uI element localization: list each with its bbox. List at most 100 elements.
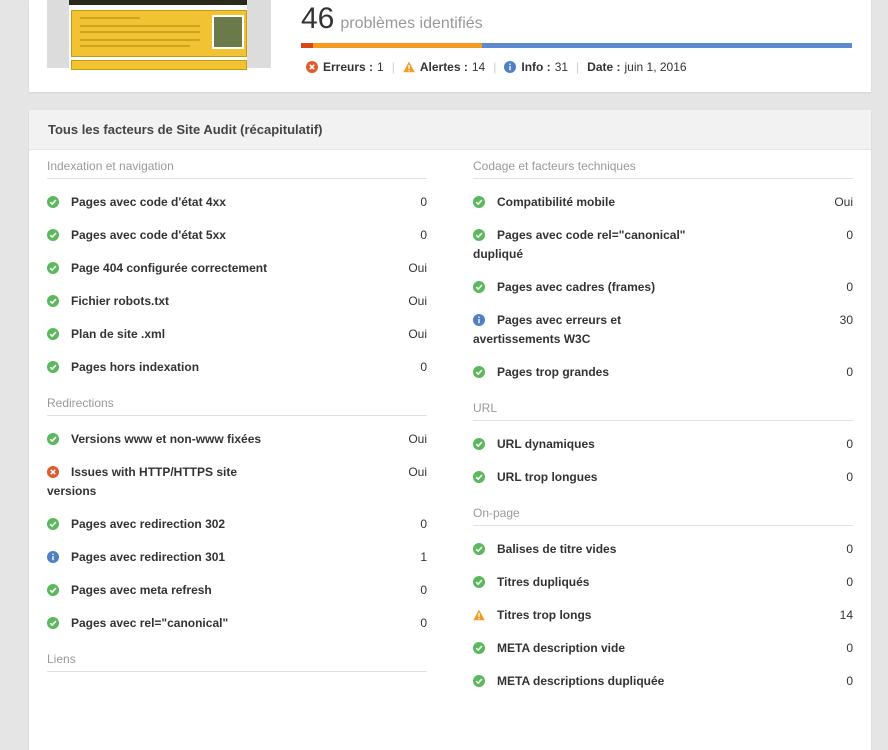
check-icon [473, 576, 485, 588]
factor-row-url-dynamiques[interactable]: URL dynamiques 0 [473, 435, 853, 454]
factor-label: Pages avec redirection 301 [71, 550, 226, 564]
factor-label: URL dynamiques [497, 437, 595, 451]
factor-value: Oui [408, 432, 427, 446]
check-icon [47, 617, 59, 629]
thumbnail-page [69, 0, 247, 70]
factor-label: META description vide [497, 641, 626, 655]
check-icon [473, 543, 485, 555]
factor-row-pages-avec-rel-canonical[interactable]: Pages avec rel="canonical" 0 [47, 614, 427, 633]
factor-row-pages-avec-code-d-etat-4xx[interactable]: Pages avec code d'état 4xx 0 [47, 193, 427, 212]
factor-row-fichier-robots-txt[interactable]: Fichier robots.txt Oui [47, 292, 427, 311]
factor-row-pages-trop-grandes[interactable]: Pages trop grandes 0 [473, 363, 853, 382]
factor-label: Compatibilité mobile [497, 195, 616, 209]
factor-row-meta-descriptions-dupliquee[interactable]: META descriptions dupliquée 0 [473, 672, 853, 691]
section-title-on-page: On-page [473, 497, 853, 526]
check-icon [47, 229, 59, 241]
problem-count-heading: 46 problèmes identifiés [301, 2, 483, 38]
factor-row-balises-de-titre-vides[interactable]: Balises de titre vides 0 [473, 540, 853, 559]
factors-panel: Tous les facteurs de Site Audit (récapit… [29, 110, 871, 750]
factor-value: Oui [408, 294, 427, 308]
info-icon [47, 551, 59, 563]
factor-label: Pages trop grandes [497, 365, 610, 379]
factor-label-continued: avertissements W3C [473, 332, 591, 346]
factor-row-pages-avec-erreurs-et[interactable]: Pages avec erreurs et avertissements W3C 3… [473, 311, 853, 349]
factor-row-pages-avec-code-rel-canonical[interactable]: Pages avec code rel="canonical" dupliqué 0 [473, 226, 853, 264]
check-icon [47, 262, 59, 274]
factor-row-compatibilite-mobile[interactable]: Compatibilité mobile Oui [473, 193, 853, 212]
factor-label-continued: versions [47, 484, 97, 498]
factor-value: 30 [839, 313, 853, 327]
factor-value: Oui [408, 465, 427, 479]
warnings-label: Alertes : [419, 60, 468, 74]
factor-label: Versions www et non-www fixées [71, 432, 262, 446]
check-icon [47, 196, 59, 208]
check-icon [473, 438, 485, 450]
warnings-value: 14 [471, 60, 486, 74]
thumbnail-content-box [71, 10, 247, 57]
factor-row-issues-with-http-https-site[interactable]: Issues with HTTP/HTTPS site versions Oui [47, 463, 427, 501]
factor-value: 0 [846, 674, 853, 688]
factor-value: 0 [420, 195, 427, 209]
factor-label: Pages hors indexation [71, 360, 200, 374]
factor-value: 0 [846, 470, 853, 484]
factor-value: 0 [846, 228, 853, 242]
factor-row-titres-dupliques[interactable]: Titres dupliqués 0 [473, 573, 853, 592]
factor-label: Pages avec code rel="canonical" [497, 228, 686, 242]
check-icon [473, 229, 485, 241]
factor-row-url-trop-longues[interactable]: URL trop longues 0 [473, 468, 853, 487]
section-title-url: URL [473, 392, 853, 421]
factor-value: 0 [420, 517, 427, 531]
section-title-codage-et-facteurs-techniques: Codage et facteurs techniques [473, 150, 853, 179]
factor-label: Balises de titre vides [497, 542, 617, 556]
factor-row-titres-trop-longs[interactable]: Titres trop longs 14 [473, 606, 853, 625]
info-segment [482, 43, 852, 48]
factor-row-pages-avec-redirection-301[interactable]: Pages avec redirection 301 1 [47, 548, 427, 567]
factor-label: Titres trop longs [497, 608, 592, 622]
panel-title: Tous les facteurs de Site Audit (récapit… [29, 110, 871, 150]
factor-row-versions-www-et-non-www-fixees[interactable]: Versions www et non-www fixées Oui [47, 430, 427, 449]
factor-value: 0 [420, 616, 427, 630]
factor-row-plan-de-site-xml[interactable]: Plan de site .xml Oui [47, 325, 427, 344]
factor-row-meta-description-vide[interactable]: META description vide 0 [473, 639, 853, 658]
check-icon [47, 433, 59, 445]
date-label: Date : [587, 60, 621, 74]
factor-value: 0 [420, 583, 427, 597]
warning-icon [403, 61, 415, 73]
info-icon [504, 61, 517, 73]
factor-row-pages-avec-code-d-etat-5xx[interactable]: Pages avec code d'état 5xx 0 [47, 226, 427, 245]
factor-label: Issues with HTTP/HTTPS site [71, 465, 238, 479]
check-icon [47, 295, 59, 307]
right-column: Codage et facteurs techniques Compatibili… [473, 150, 853, 701]
factor-value: 0 [846, 542, 853, 556]
factor-row-page-404-configuree-correctement[interactable]: Page 404 configurée correctement Oui [47, 259, 427, 278]
factor-row-pages-avec-cadres-frames[interactable]: Pages avec cadres (frames) 0 [473, 278, 853, 297]
info-label: Info : [521, 60, 551, 74]
info-value: 31 [554, 60, 569, 74]
check-icon [473, 642, 485, 654]
section-title-redirections: Redirections [47, 387, 427, 416]
section-title-liens: Liens [47, 643, 427, 672]
date-value: juin 1, 2016 [624, 60, 687, 74]
check-icon [473, 675, 485, 687]
factor-value: 0 [846, 641, 853, 655]
left-column: Indexation et navigation Pages avec code … [47, 150, 427, 676]
errors-label: Erreurs : [323, 60, 374, 74]
site-thumbnail[interactable] [47, 0, 271, 70]
error-icon [47, 466, 59, 478]
factor-value: Oui [408, 327, 427, 341]
factor-row-pages-avec-meta-refresh[interactable]: Pages avec meta refresh 0 [47, 581, 427, 600]
issue-distribution-bar [301, 43, 852, 48]
factor-row-pages-hors-indexation[interactable]: Pages hors indexation 0 [47, 358, 427, 377]
factor-row-pages-avec-redirection-302[interactable]: Pages avec redirection 302 0 [47, 515, 427, 534]
factor-label: Pages avec code d'état 5xx [71, 228, 226, 242]
check-icon [473, 281, 485, 293]
factor-label-continued: dupliqué [473, 247, 523, 261]
section-title-indexation-et-navigation: Indexation et navigation [47, 150, 427, 179]
check-icon [47, 328, 59, 340]
check-icon [473, 196, 485, 208]
summary-card: 46 problèmes identifiés Erreurs : 1 | Al… [29, 0, 871, 92]
thumbnail-footer-box [71, 60, 247, 70]
factor-label: Fichier robots.txt [71, 294, 170, 308]
factor-value: Oui [408, 261, 427, 275]
check-icon [473, 471, 485, 483]
